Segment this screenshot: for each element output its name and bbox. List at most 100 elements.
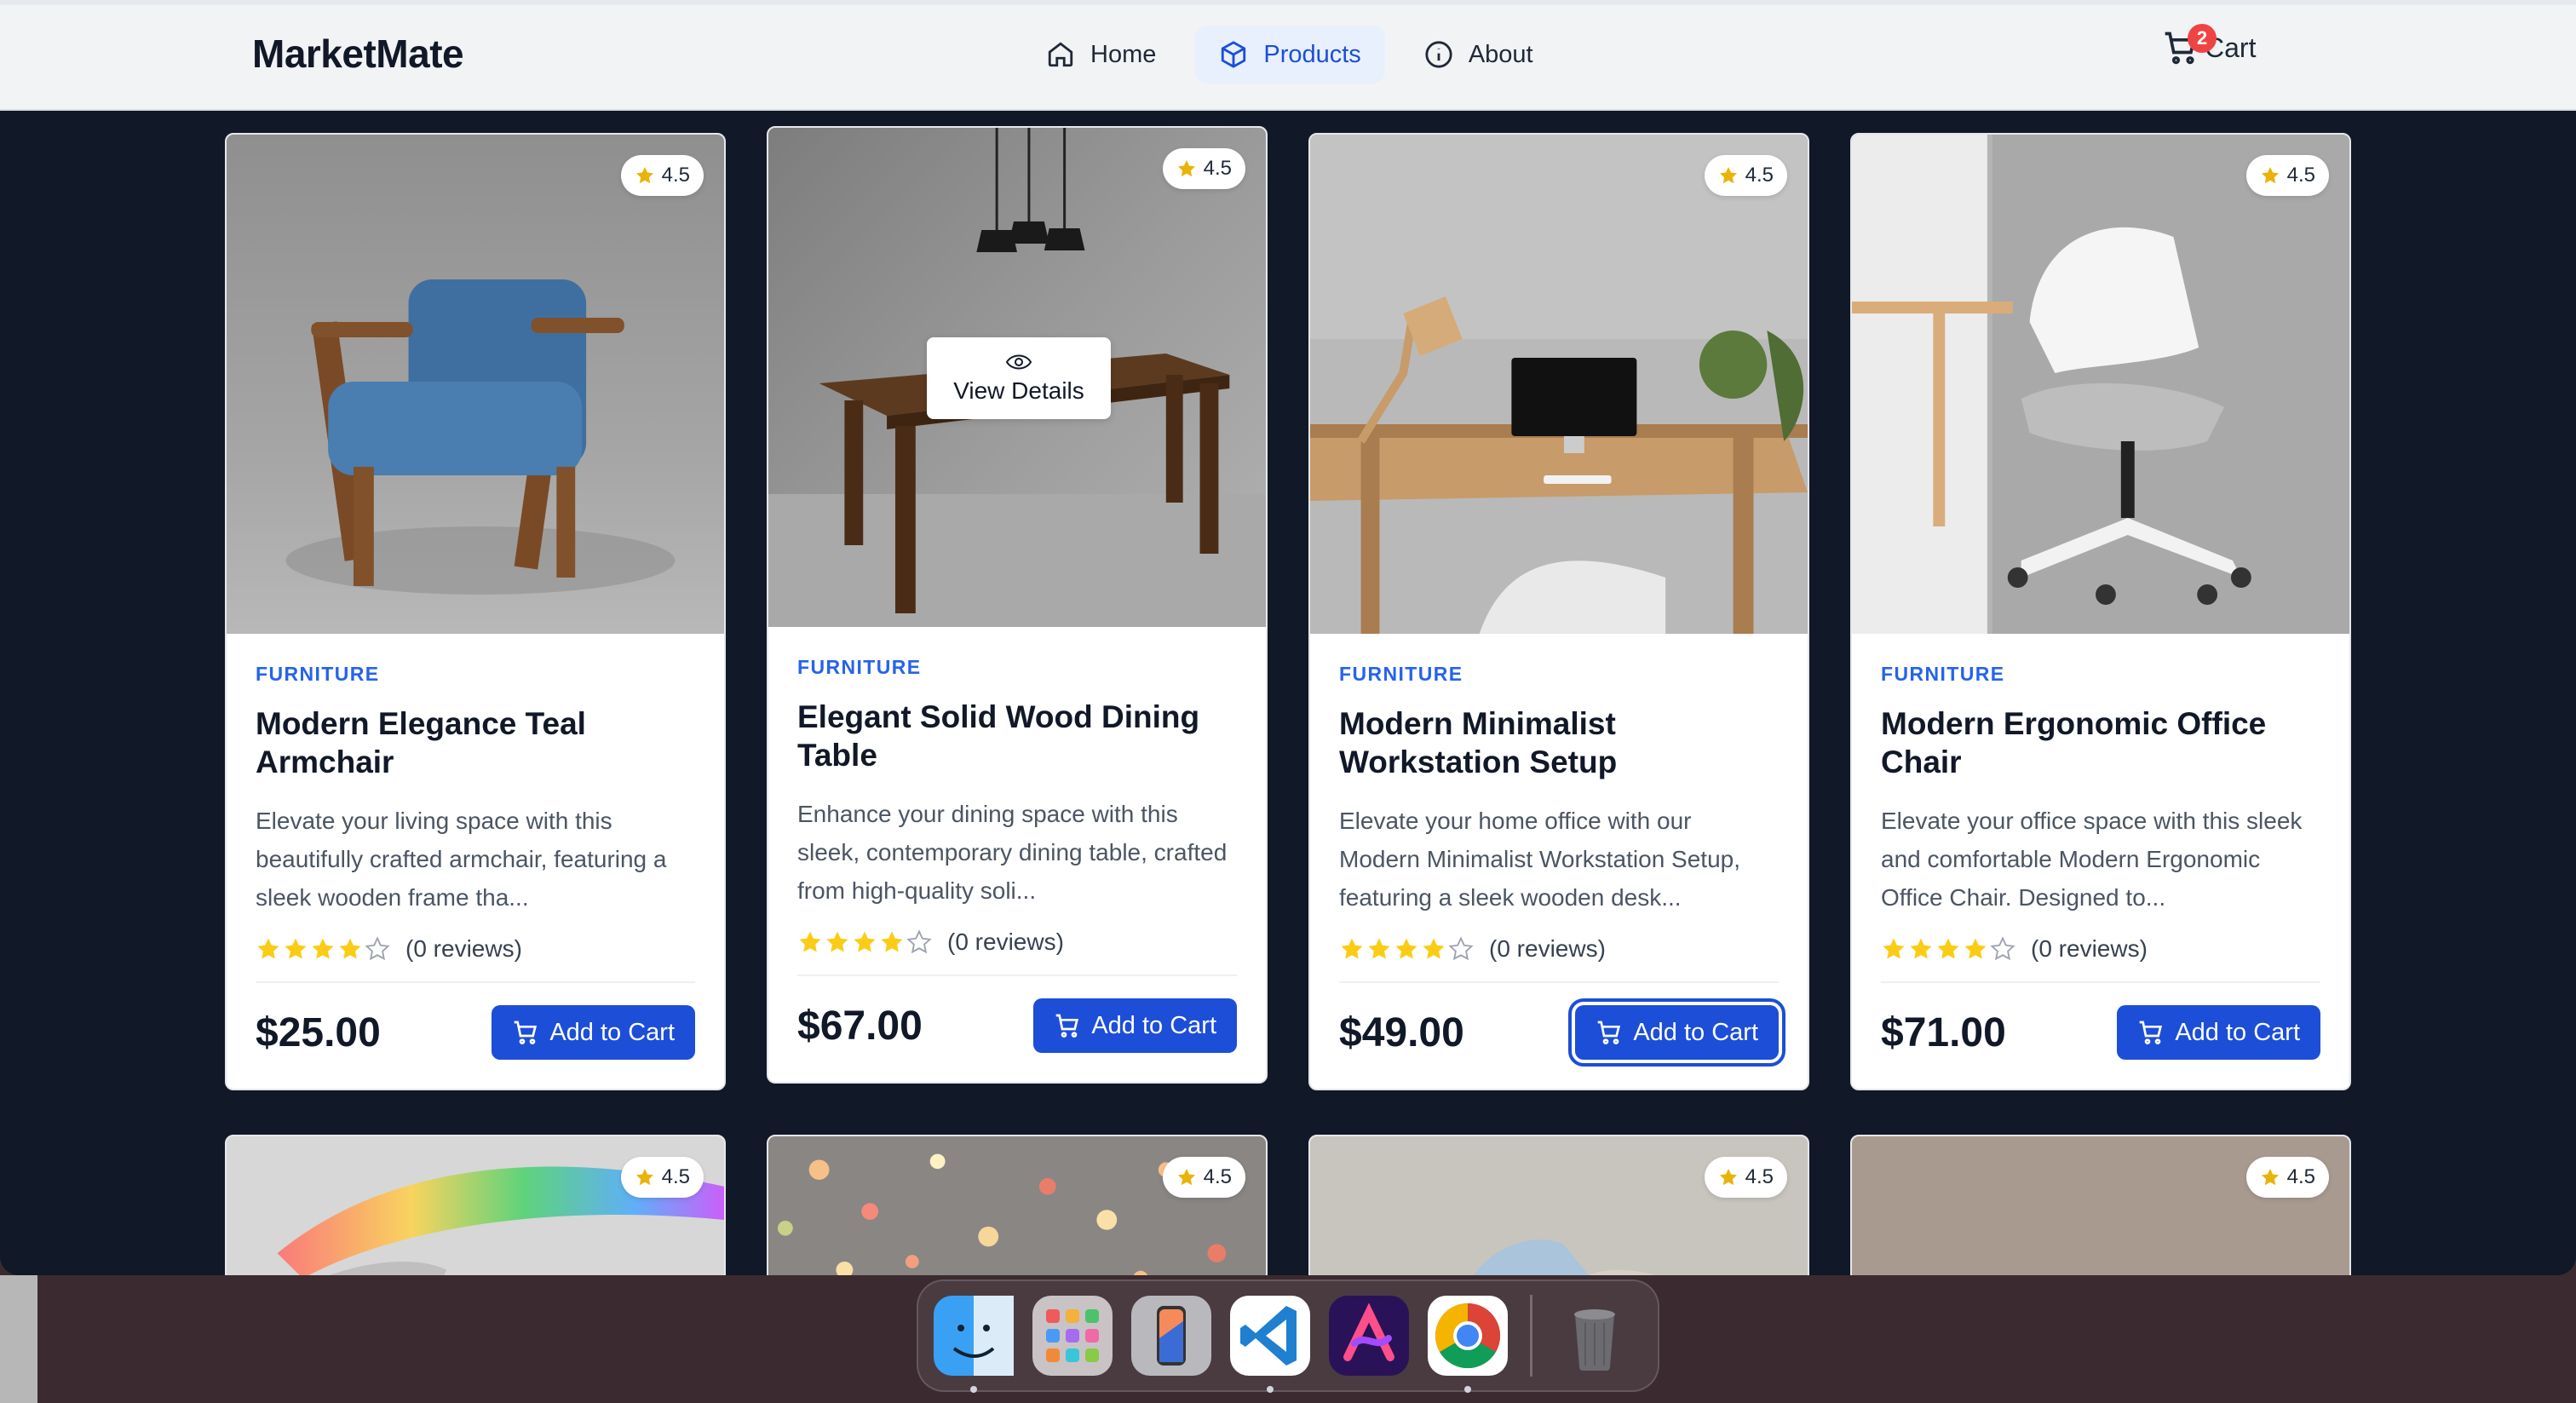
view-details-button[interactable]: View Details: [927, 337, 1111, 419]
product-card[interactable]: 4.5: [1850, 1135, 2351, 1275]
review-count: (0 reviews): [2031, 935, 2148, 962]
nav-products[interactable]: Products: [1195, 26, 1385, 83]
star-icon: [2261, 167, 2279, 184]
star-filled-icon: [881, 931, 903, 952]
product-card[interactable]: 4.5: [1308, 1135, 1809, 1275]
arc-icon[interactable]: [1329, 1296, 1409, 1376]
product-image[interactable]: 4.5: [1852, 135, 2349, 634]
running-indicator: [970, 1386, 977, 1393]
star-filled-icon: [1423, 938, 1445, 959]
nav-home[interactable]: Home: [1022, 26, 1180, 83]
star-empty-icon: [906, 929, 932, 954]
product-card[interactable]: 4.5 View Details FURNITURE Elegant Solid…: [767, 126, 1268, 1084]
desktop-edge: [0, 1275, 37, 1403]
star-empty-icon: [365, 936, 390, 961]
star-filled-icon: [854, 931, 876, 952]
cart-icon: [1597, 1021, 1621, 1044]
product-card[interactable]: 4.5: [767, 1135, 1268, 1275]
eye-icon: [1005, 354, 1032, 370]
chrome-icon[interactable]: [1428, 1296, 1508, 1393]
product-description: Elevate your office space with this slee…: [1881, 808, 2303, 911]
star-filled-icon: [1368, 938, 1390, 959]
product-title[interactable]: Modern Elegance Teal Armchair: [256, 704, 695, 781]
star-icon: [2261, 1169, 2279, 1186]
product-image[interactable]: 4.5: [1310, 135, 1808, 634]
add-to-cart-button[interactable]: Add to Cart: [1568, 998, 1785, 1067]
star-filled-icon: [1964, 938, 1987, 959]
dock-separator: [1530, 1295, 1532, 1377]
trash-icon[interactable]: [1555, 1296, 1635, 1376]
rating-value: 4.5: [1745, 164, 1774, 187]
browser-viewport: 4.5 FURNITURE Modern Elegance Teal Armch…: [0, 0, 2576, 1275]
product-image[interactable]: 4.5 View Details: [768, 128, 1266, 627]
product-title[interactable]: Elegant Solid Wood Dining Table: [797, 698, 1237, 774]
product-category: FURNITURE: [1339, 663, 1463, 685]
product-title[interactable]: Modern Ergonomic Office Chair: [1881, 704, 2320, 781]
button-label: Add to Cart: [2175, 1018, 2300, 1046]
star-icon: [635, 167, 653, 184]
info-icon: [1425, 41, 1452, 68]
nav-about[interactable]: About: [1400, 26, 1557, 83]
cart-button[interactable]: 2 Cart: [2162, 24, 2256, 66]
star-icon: [1177, 1169, 1195, 1186]
divider: [1339, 981, 1779, 983]
macos-dock: [917, 1279, 1659, 1393]
nav-products-label: Products: [1263, 40, 1361, 68]
main-nav: Home Products About: [1022, 26, 1557, 83]
product-category: FURNITURE: [1881, 663, 2005, 685]
add-to-cart-button[interactable]: Add to Cart: [2117, 1005, 2320, 1060]
star-filled-icon: [1937, 938, 1959, 959]
vscode-icon[interactable]: [1230, 1296, 1310, 1393]
product-card[interactable]: 4.5: [225, 1135, 726, 1275]
rating-badge: 4.5: [2245, 155, 2329, 196]
top-navbar: MarketMate Home Products About 2 Cart: [0, 0, 2576, 111]
star-rating: [797, 929, 932, 955]
product-image[interactable]: 4.5: [227, 135, 724, 634]
rating-badge: 4.5: [2245, 1157, 2329, 1198]
cart-icon: [2139, 1021, 2163, 1044]
review-count: (0 reviews): [947, 929, 1064, 955]
product-title[interactable]: Modern Minimalist Workstation Setup: [1339, 704, 1779, 781]
product-price: $67.00: [797, 1003, 923, 1049]
product-card[interactable]: 4.5 FURNITURE Modern Minimalist Workstat…: [1308, 133, 1809, 1090]
button-label: Add to Cart: [1091, 1011, 1216, 1039]
star-filled-icon: [799, 931, 821, 952]
product-category: FURNITURE: [256, 663, 380, 685]
rating-badge: 4.5: [1162, 1157, 1245, 1198]
cart-icon: [514, 1021, 538, 1044]
product-price: $71.00: [1881, 1009, 2006, 1055]
rating-badge: 4.5: [620, 155, 704, 196]
star-filled-icon: [1910, 938, 1932, 959]
button-label: Add to Cart: [549, 1018, 675, 1046]
star-icon: [1177, 160, 1195, 177]
star-filled-icon: [826, 931, 848, 952]
add-to-cart-button[interactable]: Add to Cart: [1033, 998, 1237, 1053]
star-empty-icon: [1990, 936, 2015, 961]
product-price: $25.00: [256, 1009, 381, 1055]
product-card[interactable]: 4.5 FURNITURE Modern Elegance Teal Armch…: [225, 133, 726, 1090]
product-category: FURNITURE: [797, 656, 922, 678]
rating-value: 4.5: [661, 164, 690, 187]
product-card[interactable]: 4.5 FURNITURE Modern Ergonomic Office Ch…: [1850, 133, 2351, 1090]
cart-icon: [1055, 1014, 1079, 1038]
brand-logo[interactable]: MarketMate: [252, 31, 464, 77]
product-description: Elevate your home office with our Modern…: [1339, 808, 1740, 911]
view-details-label: View Details: [953, 377, 1084, 404]
finder-icon[interactable]: [934, 1296, 1014, 1393]
cube-icon: [1222, 41, 1246, 68]
add-to-cart-button[interactable]: Add to Cart: [492, 1005, 695, 1060]
iphone-mirroring-icon[interactable]: [1131, 1296, 1211, 1376]
star-filled-icon: [285, 938, 307, 959]
launchpad-icon[interactable]: [1032, 1296, 1113, 1376]
star-icon: [635, 1169, 653, 1186]
cart-count-badge: 2: [2188, 24, 2217, 53]
divider: [797, 975, 1237, 976]
rating-value: 4.5: [1203, 1165, 1232, 1188]
star-rating: [256, 936, 390, 962]
star-empty-icon: [1448, 936, 1474, 961]
product-description: Elevate your living space with this beau…: [256, 808, 667, 911]
rating-value: 4.5: [2286, 164, 2315, 187]
product-price: $49.00: [1339, 1009, 1464, 1055]
star-filled-icon: [1395, 938, 1417, 959]
star-rating: [1881, 936, 2015, 962]
